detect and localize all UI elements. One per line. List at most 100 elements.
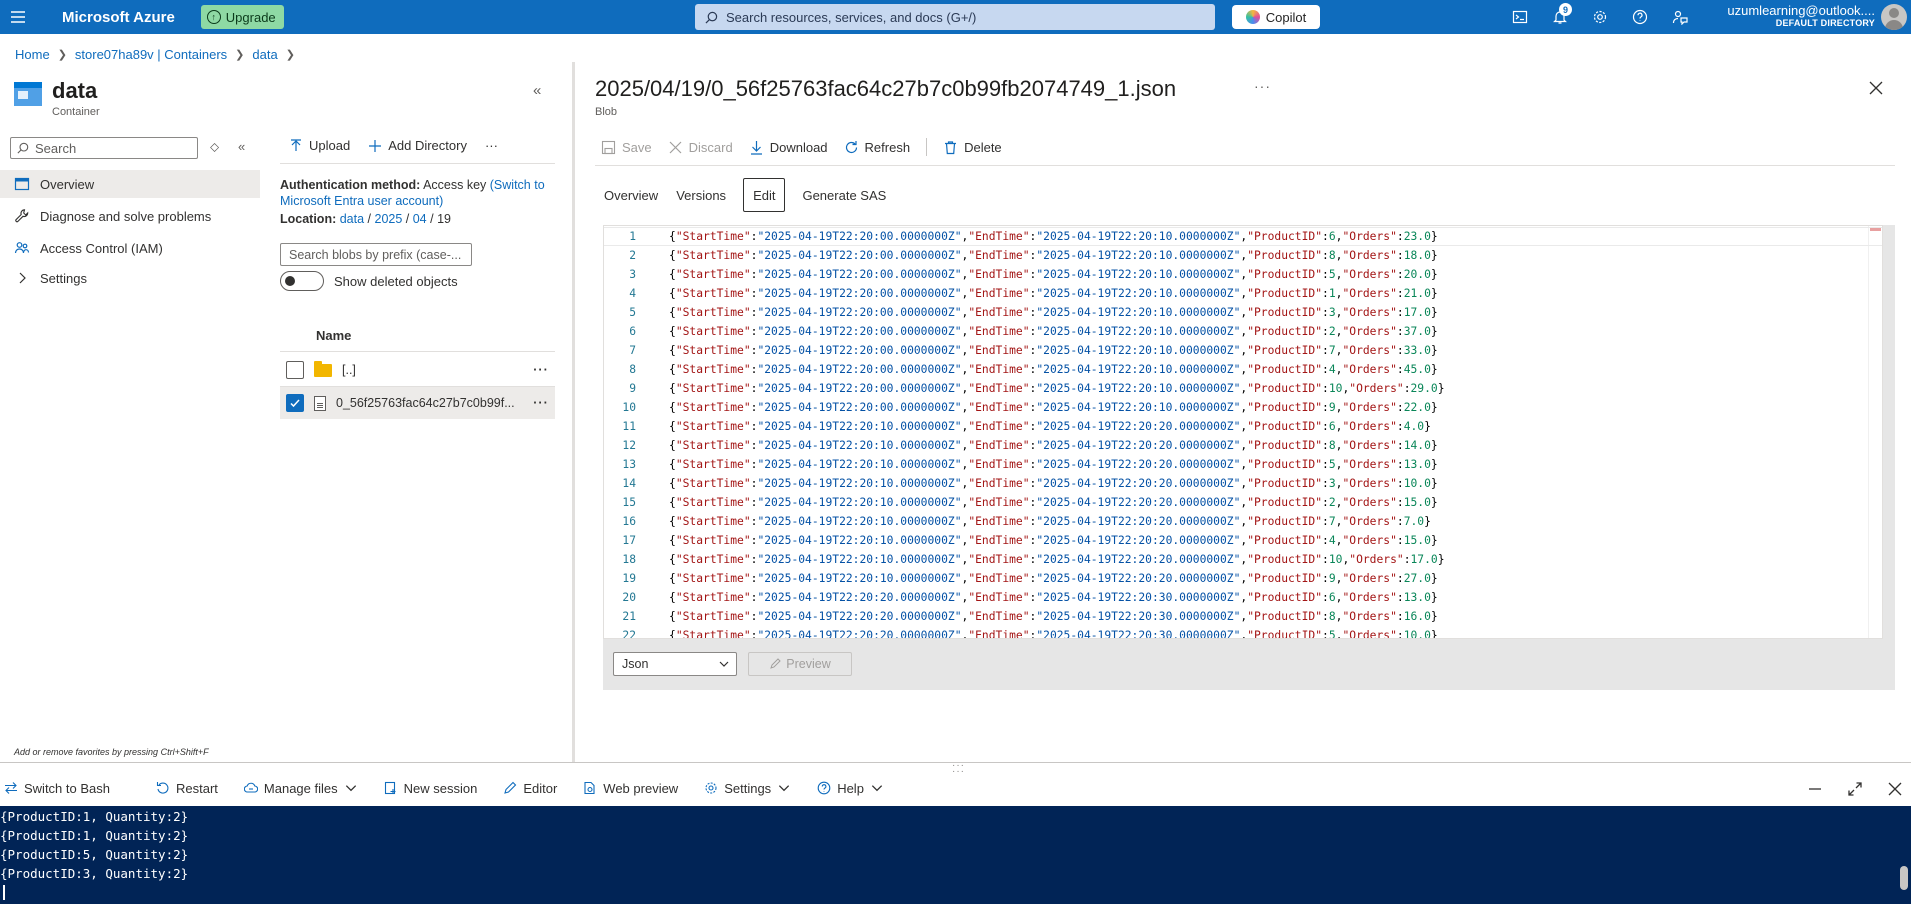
table-row[interactable]: [..] ··· [280,354,555,386]
code-line[interactable]: 2 {"StartTime":"2025-04-19T22:20:00.00000… [604,246,1882,265]
sidebar-item-label: Overview [40,176,95,192]
save-button[interactable]: Save [601,140,652,155]
code-line[interactable]: 21 {"StartTime":"2025-04-19T22:20:20.0000… [604,607,1882,626]
breadcrumb-home[interactable]: Home [15,47,50,62]
table-row[interactable]: 0_56f25763fac64c27b7c0b99f... ··· [280,387,555,419]
switch-shell-button[interactable]: Switch to Bash [4,781,110,796]
code-line[interactable]: 18 {"StartTime":"2025-04-19T22:20:10.0000… [604,550,1882,569]
sidebar-item-diagnose[interactable]: Diagnose and solve problems [0,202,260,230]
code-line[interactable]: 10 {"StartTime":"2025-04-19T22:20:00.0000… [604,398,1882,417]
code-line[interactable]: 15 {"StartTime":"2025-04-19T22:20:10.0000… [604,493,1882,512]
name-column-header[interactable]: Name [316,328,351,343]
chevron-right-icon: ❯ [285,49,295,61]
location-part-link[interactable]: data [340,212,364,226]
location-part-link[interactable]: 04 [413,212,427,226]
global-search-input[interactable]: Search resources, services, and docs (G+… [695,4,1215,30]
code-line[interactable]: 20 {"StartTime":"2025-04-19T22:20:20.0000… [604,588,1882,607]
sidebar-item-access-control[interactable]: Access Control (IAM) [0,234,260,262]
code-line[interactable]: 7 {"StartTime":"2025-04-19T22:20:00.00000… [604,341,1882,360]
row-checkbox[interactable] [286,394,304,412]
delete-button[interactable]: Delete [943,140,1002,155]
code-line[interactable]: 17 {"StartTime":"2025-04-19T22:20:10.0000… [604,531,1882,550]
brand-title[interactable]: Microsoft Azure [62,9,175,26]
menu-search-input[interactable]: Search [10,137,198,159]
download-button[interactable]: Download [749,140,828,155]
code-line[interactable]: 1 {"StartTime":"2025-04-19T22:20:00.00000… [604,227,1882,246]
blob-name[interactable]: [..] [342,363,517,377]
close-icon[interactable] [1868,80,1888,100]
refresh-label: Refresh [864,139,911,155]
location-part-link[interactable]: 2025 [375,212,403,226]
sidebar-item-settings[interactable]: Settings [0,264,260,292]
row-more-button[interactable]: ··· [527,363,555,377]
collapse-menu-icon[interactable]: « [238,139,245,154]
row-checkbox[interactable] [286,361,304,379]
terminal-output[interactable]: {ProductID:1, Quantity:2} {ProductID:1, … [0,806,1911,904]
code-line[interactable]: 6 {"StartTime":"2025-04-19T22:20:00.00000… [604,322,1882,341]
code-line[interactable]: 14 {"StartTime":"2025-04-19T22:20:10.0000… [604,474,1882,493]
shell-help-button[interactable]: Help [817,781,884,796]
code-line[interactable]: 11 {"StartTime":"2025-04-19T22:20:10.0000… [604,417,1882,436]
search-icon [17,142,29,154]
code-line[interactable]: 13 {"StartTime":"2025-04-19T22:20:10.0000… [604,455,1882,474]
sidebar-item-overview[interactable]: Overview [0,170,260,198]
blob-more-button[interactable]: ··· [1254,78,1271,94]
upload-button[interactable]: Upload [289,138,350,153]
top-icon-group: 9 [1500,0,1700,34]
new-session-button[interactable]: New session [384,781,477,796]
show-deleted-label: Show deleted objects [334,273,458,289]
avatar[interactable] [1881,4,1907,30]
refresh-button[interactable]: Refresh [844,139,911,155]
breadcrumb-storage-account[interactable]: store07ha89v | Containers [75,47,227,62]
add-directory-button[interactable]: Add Directory [368,138,467,153]
collapse-panel-icon[interactable]: « [533,82,541,99]
cloud-shell-icon[interactable] [1500,0,1540,34]
terminal-scrollbar[interactable] [1897,806,1911,904]
code-line[interactable]: 8 {"StartTime":"2025-04-19T22:20:00.00000… [604,360,1882,379]
refresh-icon [845,140,857,153]
discard-button[interactable]: Discard [668,140,733,155]
more-actions-button[interactable]: ··· [485,138,498,153]
line-number: 13 [622,458,636,471]
settings-gear-icon[interactable] [1580,0,1620,34]
editor-button[interactable]: Editor [503,781,557,796]
breadcrumb-container[interactable]: data [252,47,277,62]
language-select[interactable]: Json [613,652,737,676]
restart-button[interactable]: Restart [156,781,218,796]
tab-overview[interactable]: Overview [595,178,667,212]
manage-files-button[interactable]: Manage files [243,781,358,796]
tab-versions[interactable]: Versions [667,178,735,212]
code-editor[interactable]: 1 {"StartTime":"2025-04-19T22:20:00.00000… [603,225,1883,639]
code-line[interactable]: 4 {"StartTime":"2025-04-19T22:20:00.00000… [604,284,1882,303]
copilot-button[interactable]: Copilot [1232,5,1320,29]
expand-collapse-icon[interactable]: ⬦ [210,139,219,155]
tab-generate-sas[interactable]: Generate SAS [793,178,895,212]
show-deleted-toggle[interactable] [280,271,324,291]
account-menu[interactable]: uzumlearning@outlook.... DEFAULT DIRECTO… [1727,3,1875,28]
code-line[interactable]: 19 {"StartTime":"2025-04-19T22:20:10.0000… [604,569,1882,588]
feedback-icon[interactable] [1660,0,1700,34]
help-question-icon[interactable] [1620,0,1660,34]
preview-button[interactable]: Preview [748,652,852,676]
minimize-icon[interactable] [1804,778,1826,800]
line-number: 10 [622,401,636,414]
code-line[interactable]: 9 {"StartTime":"2025-04-19T22:20:00.00000… [604,379,1882,398]
row-more-button[interactable]: ··· [527,396,555,410]
shell-settings-button[interactable]: Settings [704,781,791,796]
tab-edit[interactable]: Edit [743,178,786,212]
code-line[interactable]: 3 {"StartTime":"2025-04-19T22:20:00.00000… [604,265,1882,284]
code-line[interactable]: 22 {"StartTime":"2025-04-19T22:20:20.0000… [604,626,1882,638]
cloud-shell-toolbar: Switch to Bash Restart Manage files New … [0,770,1911,806]
code-line[interactable]: 16 {"StartTime":"2025-04-19T22:20:10.0000… [604,512,1882,531]
notifications-bell-icon[interactable]: 9 [1540,0,1580,34]
panel-splitter[interactable] [572,62,575,762]
upgrade-button[interactable]: ↑ Upgrade [200,5,284,29]
code-line[interactable]: 5 {"StartTime":"2025-04-19T22:20:00.00000… [604,303,1882,322]
blob-name[interactable]: 0_56f25763fac64c27b7c0b99f... [336,396,517,410]
web-preview-button[interactable]: Web preview [583,781,678,796]
blob-prefix-search-input[interactable]: Search blobs by prefix (case-... [280,243,472,266]
close-icon[interactable] [1884,778,1906,800]
maximize-icon[interactable] [1844,778,1866,800]
code-line[interactable]: 12 {"StartTime":"2025-04-19T22:20:10.0000… [604,436,1882,455]
hamburger-menu-icon[interactable] [0,0,36,34]
